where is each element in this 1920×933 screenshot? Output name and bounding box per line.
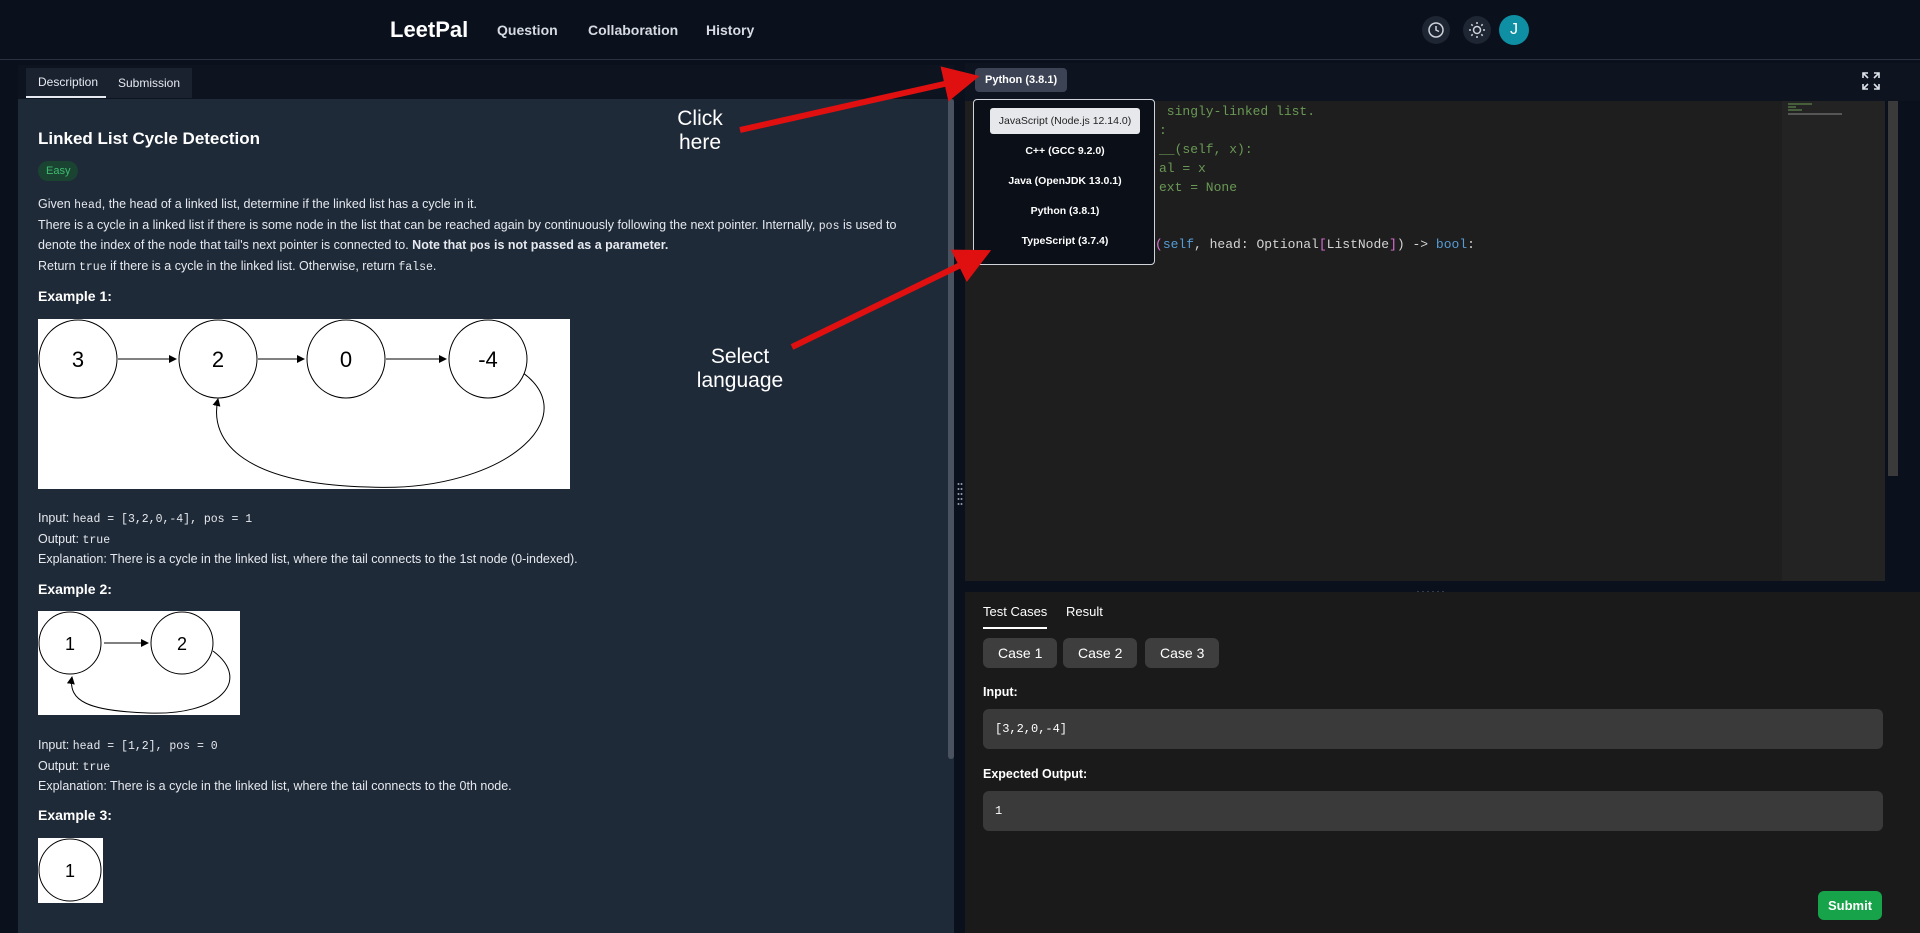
top-navbar: LeetPal Question Collaboration History J [0,0,1920,60]
expected-output-label: Expected Output: [983,767,1088,781]
language-option-typescript[interactable]: TypeScript (3.7.4) [990,228,1140,254]
brand-logo[interactable]: LeetPal [390,17,468,43]
difficulty-badge: Easy [38,161,79,181]
code-line: (self, head: Optional[ListNode]) -> bool… [1155,237,1475,252]
example-1-heading: Example 1: [38,288,112,304]
example-1-diagram: 3 2 0 -4 [38,319,570,489]
code-line: __(self, x): [1159,142,1253,157]
node-label: 1 [65,634,75,654]
nav-collaboration[interactable]: Collaboration [588,22,678,38]
nav-history[interactable]: History [706,22,754,38]
question-title: Linked List Cycle Detection [38,129,260,148]
description-scrollbar[interactable] [948,99,954,759]
theme-toggle-icon[interactable] [1463,16,1491,44]
tab-description[interactable]: Description [26,68,111,98]
expected-output-field[interactable]: 1 [983,791,1883,831]
node-label: 3 [72,347,84,372]
language-option-java[interactable]: Java (OpenJDK 13.0.1) [990,168,1140,194]
node-label: 2 [212,347,224,372]
code-line: ext = None [1159,180,1238,195]
node-label: 2 [177,634,187,654]
language-dropdown: JavaScript (Node.js 12.14.0) C++ (GCC 9.… [973,99,1155,265]
code-line: singly-linked list. [1159,104,1316,119]
node-label: 0 [340,347,352,372]
input-label: Input: [983,685,1018,699]
example-3-heading: Example 3: [38,807,112,823]
case-2-button[interactable]: Case 2 [1063,638,1138,668]
editor-minimap[interactable] [1782,101,1885,581]
case-3-button[interactable]: Case 3 [1145,638,1220,668]
description-text: Given head, the head of a linked list, d… [38,197,897,274]
annotation-click-here: Click here [677,107,723,154]
language-option-cpp[interactable]: C++ (GCC 9.2.0) [990,138,1140,164]
fullscreen-icon[interactable] [1860,70,1882,92]
example-1-io: Input: head = [3,2,0,-4], pos = 1 Output… [38,511,578,566]
language-select-button[interactable]: Python (3.8.1) [975,68,1068,92]
editor-scrollbar[interactable] [1888,101,1898,476]
description-panel: Linked List Cycle Detection Easy Given h… [18,99,954,933]
horizontal-resize-handle[interactable] [1414,584,1450,597]
vertical-resize-handle[interactable] [957,480,963,510]
language-option-javascript[interactable]: JavaScript (Node.js 12.14.0) [990,108,1140,134]
submit-button[interactable]: Submit [1818,891,1883,920]
example-3-diagram: 1 [38,838,103,903]
case-1-button[interactable]: Case 1 [983,638,1058,668]
editor-toolbar [965,63,1920,101]
input-field[interactable]: [3,2,0,-4] [983,709,1883,749]
annotation-select-language: Select language [696,345,784,392]
clock-icon[interactable] [1422,16,1450,44]
node-label: 1 [65,861,75,881]
example-2-diagram: 1 2 [38,611,240,715]
language-option-python[interactable]: Python (3.8.1) [990,198,1140,224]
tab-result[interactable]: Result [1066,604,1103,627]
node-label: -4 [478,347,498,372]
avatar[interactable]: J [1499,15,1529,45]
nav-question[interactable]: Question [497,22,558,38]
tab-test-cases[interactable]: Test Cases [983,604,1048,629]
code-line: : [1159,123,1167,138]
example-2-io: Input: head = [1,2], pos = 0 Output: tru… [38,738,512,793]
code-line: al = x [1159,161,1206,176]
example-2-heading: Example 2: [38,581,112,597]
tab-submission[interactable]: Submission [106,68,193,98]
